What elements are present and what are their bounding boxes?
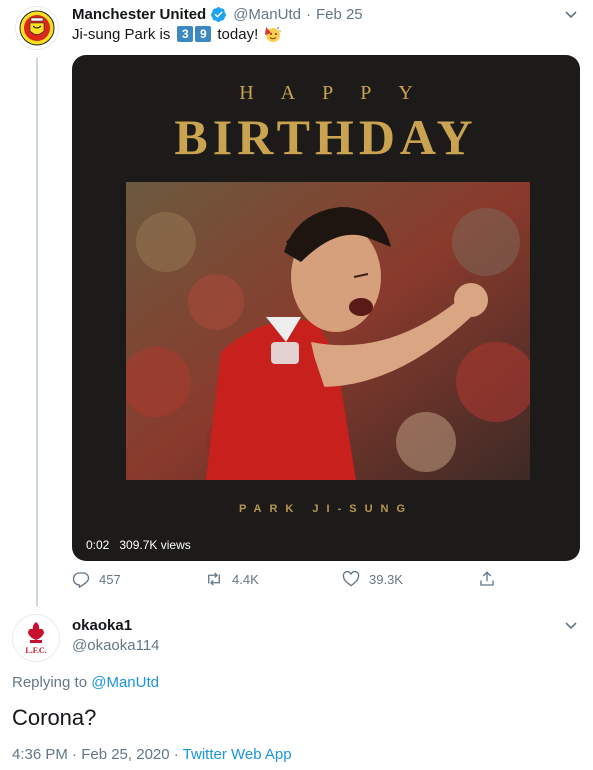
media-heading-birthday: BIRTHDAY [174,109,478,165]
reply-icon [72,572,90,588]
heart-icon [342,570,360,587]
replying-to-link[interactable]: @ManUtd [91,674,159,691]
reply-text: Corona? [12,705,97,730]
author-name[interactable]: Manchester United [72,6,206,23]
tweet-text: Ji-sung Park is 3 9 today! [72,25,282,43]
okaoka1-avatar[interactable]: L.F.C. [12,614,60,662]
tweet-actions: 457 4.4K 39.3K [72,570,512,594]
replying-prefix: Replying to [12,674,92,691]
verified-badge-icon [210,6,227,23]
retweet-icon [208,572,220,586]
video-meta: 0:02 309.7K views [86,538,191,552]
reply-timestamp[interactable]: 4:36 PM · Feb 25, 2020 · [12,746,183,763]
source-app-link[interactable]: Twitter Web App [183,746,292,763]
reply-button[interactable]: 457 [72,570,121,588]
player-photo [126,182,530,480]
reply-footer: 4:36 PM · Feb 25, 2020 · Twitter Web App [12,746,292,763]
thread-connector-line [36,58,38,606]
share-icon [480,571,494,586]
video-time: 0:02 [86,538,110,552]
player-photo-illustration [126,182,530,480]
share-button[interactable] [478,570,505,588]
tweet-header: Manchester United @ManUtd · Feb 25 [72,4,363,24]
reply-author-handle[interactable]: @okaoka114 [72,637,160,654]
tweet-text-suffix: today! [217,25,259,43]
chevron-down-icon[interactable] [563,6,579,22]
tweet-video[interactable]: HAPPY BIRTHDAY PARK JI-SUNG 0:02 309.7K … [72,55,580,561]
retweet-count: 4.4K [232,571,259,587]
tweet-text-prefix: Ji-sung Park is [72,25,171,43]
keycap-digit-9: 9 [195,26,212,42]
like-button[interactable]: 39.3K [342,570,403,588]
media-heading-happy: HAPPY [239,82,440,104]
manutd-crest-icon [19,10,55,46]
reply-author-name[interactable]: okaoka1 [72,617,132,634]
liverpool-crest-icon: L.F.C. [25,622,47,655]
chevron-down-icon[interactable] [563,617,579,633]
reply-count: 457 [99,571,121,587]
video-views: 309.7K views [119,538,191,552]
svg-text:L.F.C.: L.F.C. [25,646,46,655]
keycap-digit-3: 3 [177,26,194,42]
replying-to: Replying to @ManUtd [12,674,159,691]
manutd-avatar[interactable] [15,6,59,50]
author-handle[interactable]: @ManUtd [233,6,301,23]
tweet-date[interactable]: Feb 25 [316,6,363,23]
player-caption: PARK JI-SUNG [238,503,414,515]
like-count: 39.3K [369,571,403,587]
retweet-button[interactable]: 4.4K [205,570,259,588]
partying-face-icon [264,25,282,43]
separator-dot: · [305,5,311,23]
